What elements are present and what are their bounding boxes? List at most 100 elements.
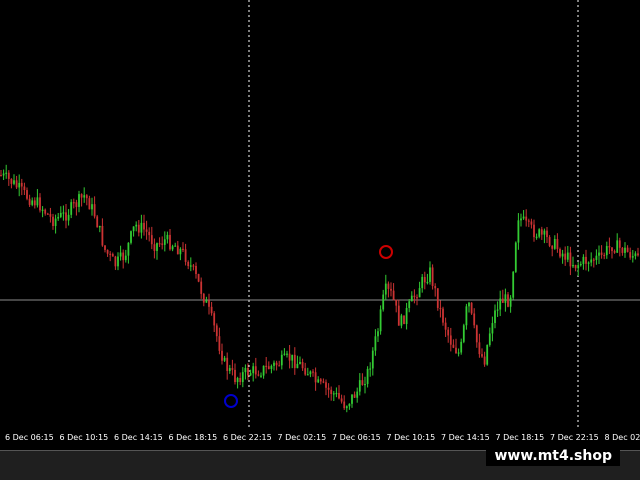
candle-body [197,274,200,282]
candle-body [322,381,325,383]
candle-body [429,267,431,282]
time-tick-label: 6 Dec 10:15 [59,433,109,442]
time-tick-label: 7 Dec 02:15 [277,433,327,442]
candle-body [390,288,392,291]
time-tick-label: 7 Dec 10:15 [386,433,436,442]
candle-body [85,195,88,199]
candle-body [366,368,369,384]
candle-body [31,200,34,205]
candle-body [5,172,8,174]
candle-body [200,281,203,294]
candle-body [491,323,494,334]
candle-body [410,295,413,302]
candle-body [462,325,465,342]
candle-body [265,365,268,367]
candle-body [408,301,411,308]
candle-body [634,253,637,257]
candle-body [291,354,294,361]
candle-body [317,379,320,383]
candle-body [434,286,437,289]
candle-body [171,246,174,250]
candle-body [613,251,616,253]
buy-signal-marker [224,394,238,408]
candle-body [249,373,252,376]
candle-body [330,389,333,395]
candle-body [522,216,525,219]
candle-body [577,265,580,269]
candle-body [306,374,309,376]
candle-body [260,375,262,377]
candle-body [444,322,447,330]
candle-body [156,243,158,251]
candle-body [195,265,197,275]
candle-body [299,362,301,364]
candle-body [236,377,239,383]
candle-body [335,392,338,395]
candle-body [150,235,153,245]
candle-body [176,245,179,255]
candle-body [244,367,247,373]
candle-body [332,393,335,395]
candle-body [293,354,296,369]
candle-body [483,356,486,365]
candle-body [312,371,314,373]
time-tick-label: 6 Dec 18:15 [168,433,218,442]
candle-body [223,357,226,361]
candle-body [475,325,478,343]
candle-body [49,214,52,217]
candle-body [629,252,632,258]
candle-body [413,295,416,298]
candle-body [169,234,171,250]
candle-body [551,245,554,249]
candle-body [28,198,31,205]
candle-body [309,371,312,375]
candle-body [33,200,36,206]
candle-body [52,216,54,226]
candle-body [397,305,400,326]
candle-body [470,302,473,314]
candle-body [161,243,164,245]
time-tick-label: 7 Dec 22:15 [550,433,599,442]
candle-body [96,216,99,228]
candle-body [496,309,499,311]
candle-body [566,252,569,260]
candle-body [23,186,26,191]
candle-body [525,216,528,221]
candle-body [449,335,452,345]
candle-body [538,229,541,237]
candle-body [106,249,109,254]
candle-body [351,394,353,404]
candle-body [423,276,426,283]
candle-body [340,398,343,402]
candle-body [226,357,229,371]
candle-body [621,247,624,253]
candle-body [296,363,299,369]
candle-body [353,394,356,398]
candle-body [582,256,585,264]
candle-body [88,198,91,210]
candle-body [345,406,348,409]
time-tick-label: 6 Dec 22:15 [223,433,272,442]
time-tick-label: 7 Dec 14:15 [441,433,490,442]
candle-body [598,252,600,256]
candle-body [184,249,187,262]
candle-body [54,218,57,226]
candle-body [431,267,434,287]
candle-body [637,253,639,256]
candle-body [325,382,327,388]
candle-body [364,383,366,386]
watermark: www.mt4.shop [486,446,620,466]
candle-body [46,213,49,215]
candle-body [572,264,574,267]
candle-body [280,354,283,366]
candle-body [59,212,62,217]
trading-chart-window: 6 Dec 06:15 6 Dec 10:15 6 Dec 14:15 6 Dec 1… [0,0,640,480]
candle-body [166,234,169,240]
candle-body [540,229,543,235]
candle-body [208,300,210,307]
candle-body [403,315,405,324]
candle-body [343,401,346,409]
price-chart[interactable] [0,0,640,430]
candle-body [527,220,530,222]
candle-body [44,209,47,214]
